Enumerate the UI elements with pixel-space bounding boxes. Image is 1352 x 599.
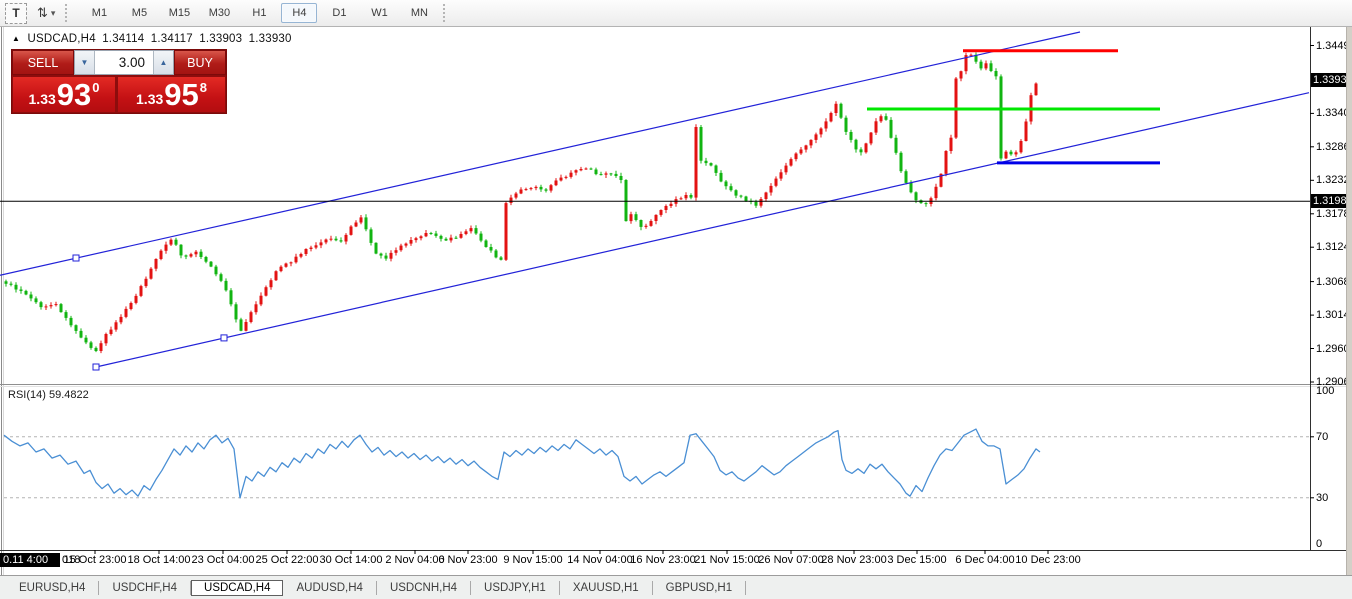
rsi-axis-label: 70 bbox=[1316, 431, 1329, 443]
toolbar-grip bbox=[443, 4, 448, 22]
timeframe-mn-button[interactable]: MN bbox=[401, 3, 437, 23]
tab-separator bbox=[745, 580, 747, 595]
time-axis-label: 2 Nov 04:00 bbox=[385, 554, 445, 566]
sell-price-point: 0 bbox=[92, 80, 100, 95]
mt4-window: T ⇅ ▾ M1 M5 M15 M30 H1 H4 D1 W1 MN ▲ USD… bbox=[0, 0, 1352, 599]
symbol-label: USDCAD,H4 bbox=[27, 33, 96, 45]
rsi-axis-label: 30 bbox=[1316, 492, 1329, 504]
time-axis-label: 16 Nov 23:00 bbox=[630, 554, 696, 566]
time-axis-label: 18 Oct 14:00 bbox=[127, 554, 191, 566]
timeframe-m1-button[interactable]: M1 bbox=[81, 3, 117, 23]
rsi-axis-label: 100 bbox=[1316, 385, 1335, 397]
volume-increase-button[interactable]: ▲ bbox=[153, 51, 173, 74]
chevron-down-icon: ▾ bbox=[50, 7, 56, 18]
tab-gbpusd-h1[interactable]: GBPUSD,H1 bbox=[653, 580, 745, 596]
time-axis-label: 15 Oct 23:00 bbox=[63, 554, 127, 566]
low-value: 1.33903 bbox=[199, 33, 243, 45]
timeframe-h4-button[interactable]: H4 bbox=[281, 3, 318, 23]
text-tool-icon: T bbox=[12, 6, 20, 20]
time-axis-label: 9 Nov 15:00 bbox=[503, 554, 563, 566]
time-axis-tag: 0.11 4:00 bbox=[0, 553, 60, 567]
timeframe-w1-button[interactable]: W1 bbox=[361, 3, 397, 23]
volume-stepper: ▼ ▲ bbox=[74, 50, 174, 75]
volume-input[interactable] bbox=[95, 51, 153, 74]
tab-audusd-h4[interactable]: AUDUSD,H4 bbox=[283, 580, 375, 596]
window-edge-strip bbox=[1346, 27, 1352, 599]
close-value: 1.33930 bbox=[248, 33, 292, 45]
rsi-indicator-label: RSI(14) 59.4822 bbox=[8, 389, 89, 401]
time-axis-label: 25 Oct 22:00 bbox=[255, 554, 319, 566]
tab-usdjpy-h1[interactable]: USDJPY,H1 bbox=[471, 580, 559, 596]
rsi-axis-label: 0 bbox=[1316, 538, 1323, 550]
time-axis-label: 21 Nov 15:00 bbox=[694, 554, 760, 566]
chart-tab-bar: EURUSD,H4 USDCHF,H4 USDCAD,H4 AUDUSD,H4 … bbox=[0, 575, 1352, 599]
buy-price-point: 8 bbox=[199, 80, 207, 95]
tab-usdcnh-h4[interactable]: USDCNH,H4 bbox=[377, 580, 470, 596]
sell-price-pips: 93 bbox=[56, 77, 92, 112]
time-axis-label: 28 Nov 23:00 bbox=[821, 554, 887, 566]
tab-xauusd-h1[interactable]: XAUUSD,H1 bbox=[560, 580, 652, 596]
channel-anchor-handle bbox=[92, 363, 100, 371]
buy-price-prefix: 1.33 bbox=[136, 91, 164, 107]
time-axis-label: 30 Oct 14:00 bbox=[319, 554, 383, 566]
time-axis-label: 26 Nov 07:00 bbox=[758, 554, 824, 566]
time-axis-label: 6 Dec 04:00 bbox=[955, 554, 1015, 566]
timeframe-d1-button[interactable]: D1 bbox=[321, 3, 357, 23]
timeframe-m5-button[interactable]: M5 bbox=[121, 3, 157, 23]
open-value: 1.34114 bbox=[102, 33, 145, 45]
toolbar-grip bbox=[65, 4, 70, 22]
timeframe-h1-button[interactable]: H1 bbox=[241, 3, 277, 23]
high-value: 1.34117 bbox=[150, 33, 193, 45]
time-axis-label: 3 Dec 15:00 bbox=[887, 554, 947, 566]
sell-button[interactable]: SELL bbox=[12, 50, 74, 75]
time-axis-label: 6 Nov 23:00 bbox=[438, 554, 498, 566]
top-toolbar: T ⇅ ▾ M1 M5 M15 M30 H1 H4 D1 W1 MN bbox=[0, 0, 1352, 27]
tab-usdchf-h4[interactable]: USDCHF,H4 bbox=[99, 580, 190, 596]
channel-anchor-handle bbox=[72, 254, 80, 262]
sell-price-tile[interactable]: 1.33 93 0 bbox=[12, 76, 116, 113]
buy-price-tile[interactable]: 1.33 95 8 bbox=[117, 76, 226, 113]
buy-price-pips: 95 bbox=[164, 77, 199, 112]
symbol-triangle-icon: ▲ bbox=[12, 34, 21, 43]
text-tool-button[interactable]: T bbox=[5, 2, 27, 24]
time-axis-label: 10 Dec 23:00 bbox=[1015, 554, 1081, 566]
channel-anchor-handle bbox=[220, 334, 228, 342]
tab-usdcad-h4[interactable]: USDCAD,H4 bbox=[191, 579, 284, 596]
buy-button[interactable]: BUY bbox=[174, 50, 226, 75]
time-axis-label: 14 Nov 04:00 bbox=[567, 554, 633, 566]
one-click-trading-panel: SELL ▼ ▲ BUY 1.33 93 0 1.33 95 8 bbox=[12, 50, 226, 113]
chart-header: ▲ USDCAD,H4 1.34114 1.34117 1.33903 1.33… bbox=[12, 33, 295, 45]
cursor-mode-button[interactable]: ⇅ ▾ bbox=[37, 5, 55, 21]
volume-decrease-button[interactable]: ▼ bbox=[75, 51, 95, 74]
timeframe-m15-button[interactable]: M15 bbox=[161, 3, 197, 23]
sell-price-prefix: 1.33 bbox=[28, 91, 56, 107]
time-axis-label: 23 Oct 04:00 bbox=[191, 554, 255, 566]
shift-arrows-icon: ⇅ bbox=[37, 5, 48, 20]
tab-eurusd-h4[interactable]: EURUSD,H4 bbox=[6, 580, 98, 596]
timeframe-m30-button[interactable]: M30 bbox=[201, 3, 237, 23]
